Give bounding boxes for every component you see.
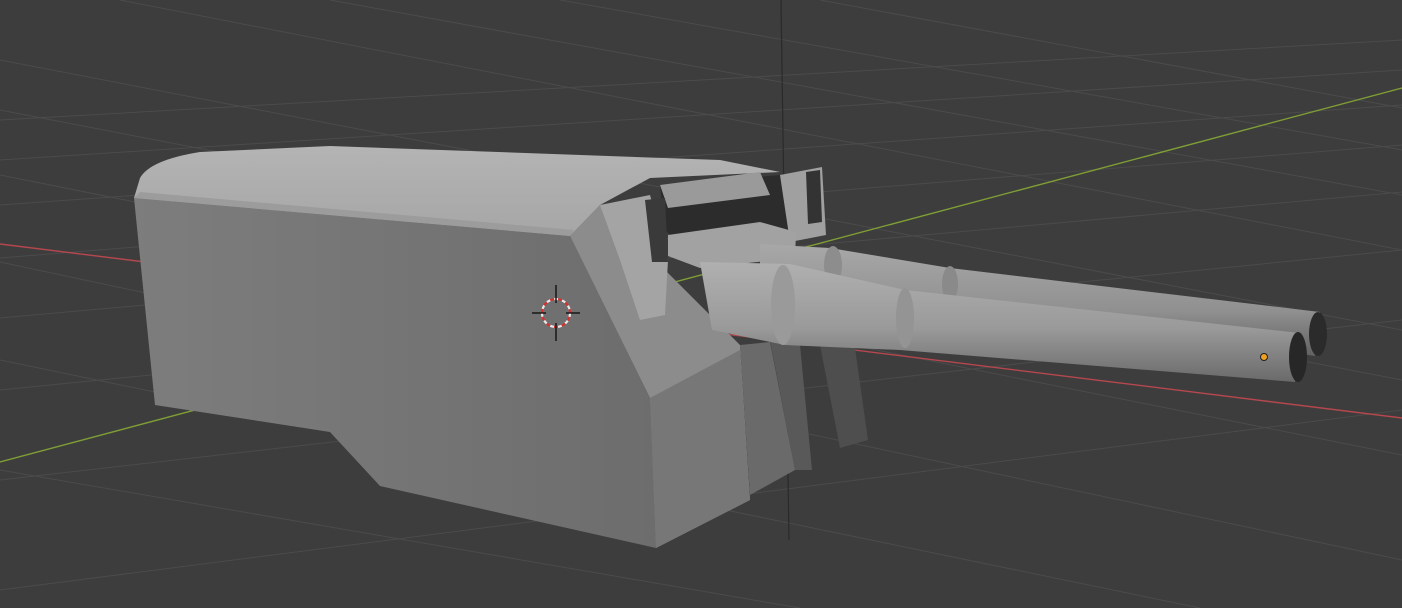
object-origin-dot[interactable] <box>1260 353 1268 361</box>
front-muzzle <box>1289 332 1307 382</box>
3d-viewport[interactable] <box>0 0 1402 608</box>
right-cheek-slot <box>806 170 822 224</box>
rear-muzzle <box>1309 312 1327 356</box>
viewport-canvas[interactable] <box>0 0 1402 608</box>
